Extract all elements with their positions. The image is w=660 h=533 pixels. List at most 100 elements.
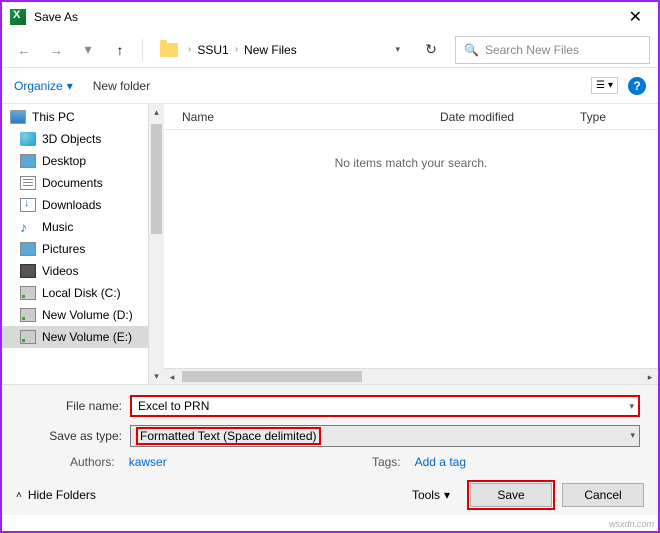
pic-icon [20,242,36,256]
filename-input[interactable]: Excel to PRN ▾ [130,395,640,417]
empty-message: No items match your search. [164,156,658,170]
search-placeholder: Search New Files [485,43,579,57]
scroll-down-icon[interactable]: ▾ [149,368,164,384]
chevron-up-icon: ˄ [16,490,22,501]
sidebar-item-label: Videos [42,264,78,278]
sidebar-item-label: New Volume (D:) [42,308,133,322]
drive-icon [20,308,36,322]
help-button[interactable]: ? [628,77,646,95]
scroll-left-icon[interactable]: ◂ [164,369,180,384]
sidebar-item[interactable]: Videos [2,260,164,282]
scroll-right-icon[interactable]: ▸ [642,369,658,384]
chevron-down-icon[interactable]: ▾ [630,430,635,441]
tags-value[interactable]: Add a tag [415,455,466,469]
search-icon: 🔍 [464,43,479,57]
sidebar-item[interactable]: This PC [2,106,164,128]
filename-value: Excel to PRN [138,399,209,413]
body: This PC 3D Objects Desktop Documents Downloa… [2,104,658,384]
sidebar-item-label: This PC [32,110,75,124]
folder-icon [160,43,178,57]
separator [142,39,143,61]
sidebar: This PC 3D Objects Desktop Documents Downloa… [2,104,164,384]
hide-folders-button[interactable]: ˄ Hide Folders [16,488,96,502]
organize-label: Organize [14,79,63,93]
pc-icon [10,110,26,124]
doc-icon [20,176,36,190]
column-type[interactable]: Type [580,110,606,124]
chevron-down-icon[interactable]: ▾ [629,401,634,412]
chevron-right-icon: › [235,44,238,55]
close-button[interactable]: ✕ [621,3,650,31]
authors-label: Authors: [70,455,115,469]
breadcrumb-item[interactable]: SSU1 [197,43,228,57]
column-date[interactable]: Date modified [440,110,580,124]
sidebar-item-label: 3D Objects [42,132,101,146]
file-list: Name Date modified Type No items match y… [164,104,658,384]
column-name[interactable]: Name [182,110,440,124]
sidebar-scrollbar[interactable]: ▴ ▾ [148,104,164,384]
view-icon: ☰ [596,80,605,91]
sidebar-item-label: Documents [42,176,103,190]
cancel-button[interactable]: Cancel [562,483,644,507]
save-panel: File name: Excel to PRN ▾ Save as type: … [2,384,658,475]
column-headers: Name Date modified Type [164,104,658,130]
chevron-right-icon: › [188,44,191,55]
breadcrumb-dropdown-icon[interactable]: ▾ [395,44,408,55]
refresh-button[interactable]: ↻ [417,36,445,64]
forward-button[interactable]: → [42,36,70,64]
sidebar-item[interactable]: 3D Objects [2,128,164,150]
scrollbar-thumb[interactable] [151,124,162,234]
sidebar-item-label: Downloads [42,198,101,212]
new-folder-button[interactable]: New folder [93,79,150,93]
tools-button[interactable]: Tools ▾ [412,488,450,502]
search-input[interactable]: 🔍 Search New Files [455,36,650,64]
desk-icon [20,154,36,168]
sidebar-item[interactable]: Downloads [2,194,164,216]
savetype-label: Save as type: [20,429,130,443]
sidebar-item-label: Desktop [42,154,86,168]
breadcrumb-item[interactable]: New Files [244,43,297,57]
save-button[interactable]: Save [470,483,552,507]
scrollbar-thumb[interactable] [182,371,362,382]
sidebar-item-label: Local Disk (C:) [42,286,121,300]
sidebar-item[interactable]: Desktop [2,150,164,172]
watermark: wsxdn.com [609,519,654,529]
sidebar-item[interactable]: Pictures [2,238,164,260]
save-as-dialog: Save As ✕ ← → ▾ ↑ › SSU1 › New Files ▾ ↻… [0,0,660,533]
back-button[interactable]: ← [10,36,38,64]
organize-button[interactable]: Organize ▾ [14,79,73,93]
drive-icon [20,330,36,344]
savetype-value: Formatted Text (Space delimited) [137,428,320,444]
chevron-down-icon: ▾ [444,488,450,502]
dl-icon [20,198,36,212]
excel-icon [10,9,26,25]
vid-icon [20,264,36,278]
music-icon: ♪ [20,220,36,234]
savetype-combo[interactable]: Formatted Text (Space delimited) ▾ [130,425,640,447]
up-button[interactable]: ↑ [106,36,134,64]
sidebar-item[interactable]: Local Disk (C:) [2,282,164,304]
sidebar-item[interactable]: Documents [2,172,164,194]
sidebar-item[interactable]: ♪ Music [2,216,164,238]
tools-label: Tools [412,488,440,502]
horizontal-scrollbar[interactable]: ◂ ▸ [164,368,658,384]
toolbar: Organize ▾ New folder ☰ ▾ ? [2,68,658,104]
sidebar-item[interactable]: New Volume (D:) [2,304,164,326]
window-title: Save As [34,10,78,24]
hide-folders-label: Hide Folders [28,488,96,502]
titlebar: Save As ✕ [2,2,658,32]
breadcrumb[interactable]: › SSU1 › New Files ▾ [151,36,413,64]
filename-label: File name: [20,399,130,413]
meta-row: Authors: kawser Tags: Add a tag [20,455,640,469]
sidebar-item[interactable]: New Volume (E:) [2,326,164,348]
drive-icon [20,286,36,300]
sidebar-item-label: Pictures [42,242,85,256]
authors-value[interactable]: kawser [129,455,167,469]
recent-locations-button[interactable]: ▾ [74,36,102,64]
footer: ˄ Hide Folders Tools ▾ Save Cancel [2,475,658,515]
view-button[interactable]: ☰ ▾ [591,77,618,94]
scroll-up-icon[interactable]: ▴ [149,104,164,120]
address-bar: ← → ▾ ↑ › SSU1 › New Files ▾ ↻ 🔍 Search … [2,32,658,68]
chevron-down-icon: ▾ [608,80,613,91]
sidebar-item-label: Music [42,220,73,234]
